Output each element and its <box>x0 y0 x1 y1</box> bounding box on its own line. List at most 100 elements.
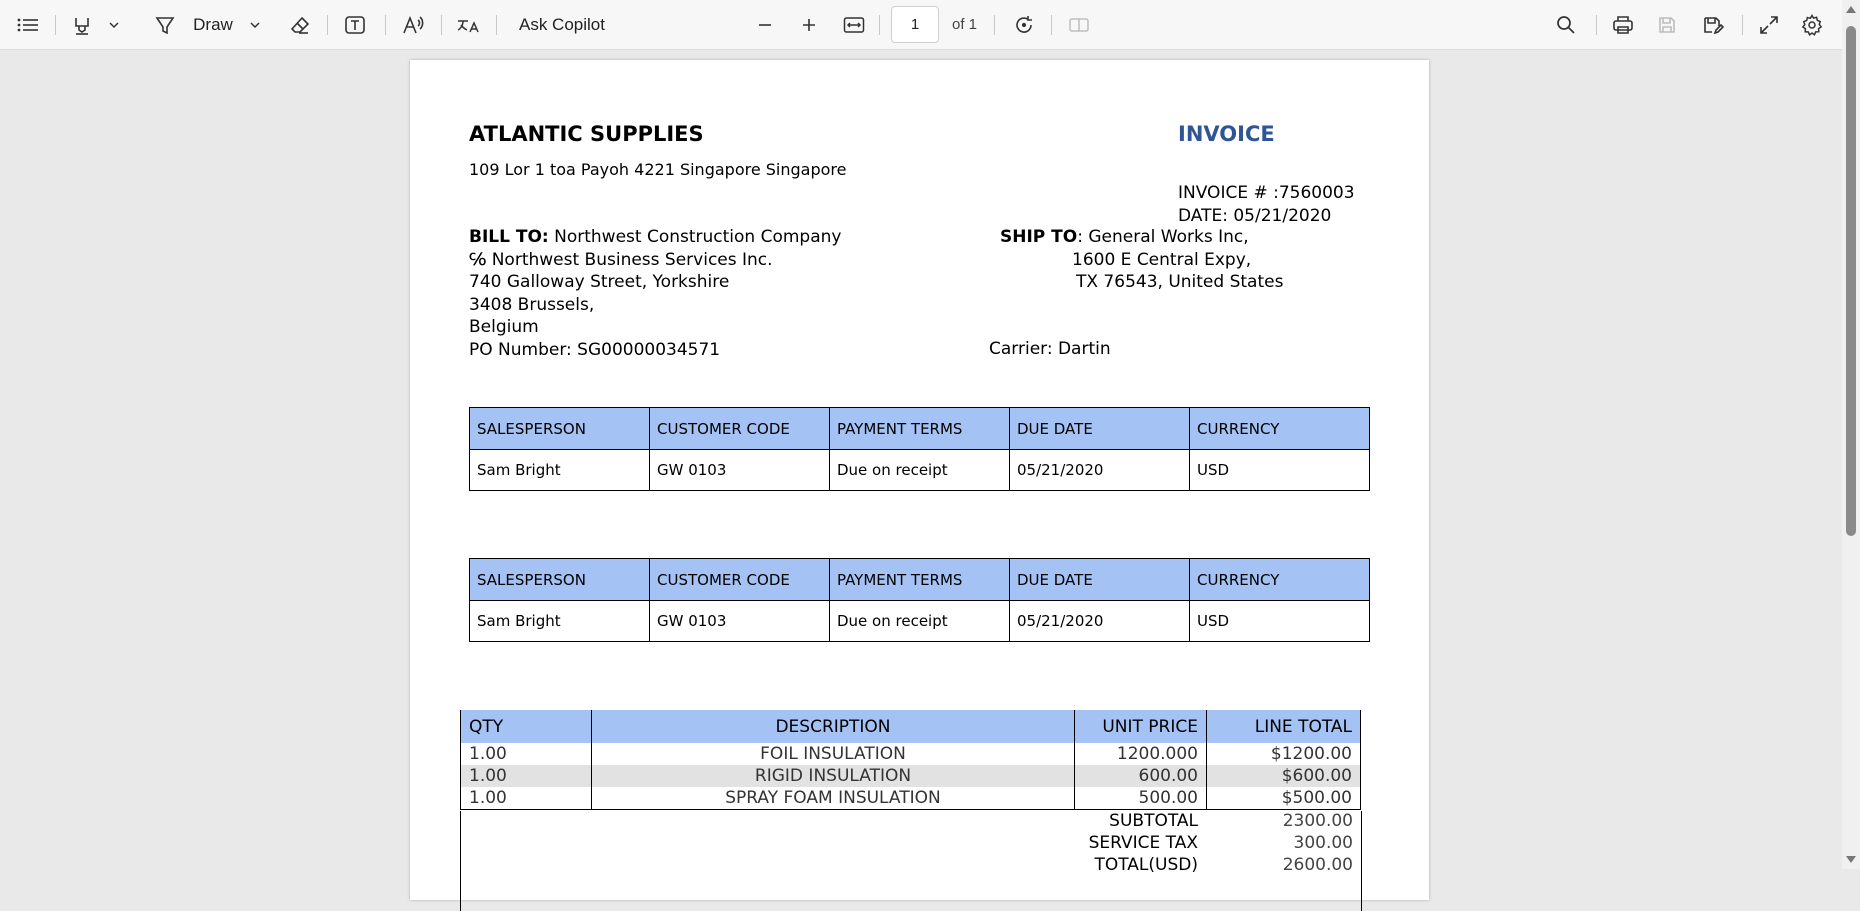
draw-pen-icon[interactable] <box>152 0 178 50</box>
table-header: SALESPERSON <box>469 407 650 450</box>
rotate-icon[interactable] <box>1011 0 1037 50</box>
line-total-cell: $500.00 <box>1206 787 1361 810</box>
po-number: PO Number: SG00000034571 <box>469 339 721 360</box>
pdf-page: ATLANTIC SUPPLIES 109 Lor 1 toa Payoh 42… <box>410 60 1429 911</box>
pdf-toolbar: Draw Ask Copilot of 1 <box>0 0 1860 50</box>
company-address: 109 Lor 1 toa Payoh 4221 Singapore Singa… <box>469 160 847 179</box>
qty-cell: 1.00 <box>460 787 592 810</box>
invoice-number: INVOICE # :7560003 <box>1178 183 1355 203</box>
total-value: 2600.00 <box>1282 855 1353 875</box>
toolbar-divider <box>1596 15 1597 35</box>
highlight-icon[interactable] <box>68 0 96 50</box>
chevron-down-icon[interactable] <box>104 0 124 50</box>
toolbar-divider <box>55 15 56 35</box>
table-row: 1.00 FOIL INSULATION 1200.000 $1200.00 <box>460 743 1361 765</box>
company-name: ATLANTIC SUPPLIES <box>469 122 704 146</box>
two-page-view-icon[interactable] <box>1066 0 1092 50</box>
scroll-up-arrow-icon[interactable] <box>1846 6 1856 13</box>
bill-to-line: ℅ Northwest Business Services Inc. <box>469 249 773 270</box>
read-aloud-icon[interactable] <box>399 0 427 50</box>
toolbar-divider <box>879 15 880 35</box>
qty-cell: 1.00 <box>460 765 592 787</box>
unit-price-cell: 1200.000 <box>1074 743 1207 765</box>
zoom-in-icon[interactable] <box>799 0 819 50</box>
table-header: CURRENCY <box>1189 407 1370 450</box>
scroll-down-arrow-icon[interactable] <box>1846 856 1856 863</box>
payment-terms-cell: Due on receipt <box>829 449 1010 491</box>
currency-cell: USD <box>1189 600 1370 642</box>
table-header: CURRENCY <box>1189 558 1370 601</box>
bill-to-line: 3408 Brussels, <box>469 294 595 315</box>
search-icon[interactable] <box>1554 0 1578 50</box>
toolbar-divider <box>1742 15 1743 35</box>
description-cell: FOIL INSULATION <box>591 743 1075 765</box>
order-info-table-duplicate: SALESPERSON CUSTOMER CODE PAYMENT TERMS … <box>469 558 1370 642</box>
order-info-table: SALESPERSON CUSTOMER CODE PAYMENT TERMS … <box>469 407 1370 491</box>
table-header: SALESPERSON <box>469 558 650 601</box>
table-row: 1.00 RIGID INSULATION 600.00 $600.00 <box>460 765 1361 787</box>
zoom-out-icon[interactable] <box>755 0 775 50</box>
line-total-cell: $600.00 <box>1206 765 1361 787</box>
ask-copilot-button[interactable]: Ask Copilot <box>517 0 607 50</box>
save-icon[interactable] <box>1655 0 1679 50</box>
service-tax-label: SERVICE TAX <box>1088 833 1198 853</box>
salesperson-cell: Sam Bright <box>469 600 650 642</box>
text-box-icon[interactable] <box>341 0 369 50</box>
customer-code-cell: GW 0103 <box>649 600 830 642</box>
qty-header: QTY <box>460 710 592 743</box>
table-header: CUSTOMER CODE <box>649 407 830 450</box>
service-tax-value: 300.00 <box>1293 833 1353 853</box>
table-header: DUE DATE <box>1009 558 1190 601</box>
page-number-input[interactable] <box>891 6 939 43</box>
toolbar-divider <box>385 15 386 35</box>
qty-cell: 1.00 <box>460 743 592 765</box>
description-cell: SPRAY FOAM INSULATION <box>591 787 1075 810</box>
ship-to-line: TX 76543, United States <box>1076 272 1284 292</box>
bill-to-block: BILL TO: Northwest Construction Company … <box>469 226 841 361</box>
due-date-cell: 05/21/2020 <box>1009 449 1190 491</box>
line-items-table: QTY DESCRIPTION UNIT PRICE LINE TOTAL 1.… <box>460 710 1361 810</box>
page-count: of 1 <box>952 16 978 33</box>
translate-icon[interactable] <box>454 0 482 50</box>
totals-section: SUBTOTAL 2300.00 SERVICE TAX 300.00 TOTA… <box>460 811 1362 911</box>
bill-to-label: BILL TO: <box>469 227 549 247</box>
settings-gear-icon[interactable] <box>1799 0 1825 50</box>
toolbar-divider <box>496 15 497 35</box>
table-header: DUE DATE <box>1009 407 1190 450</box>
table-header: PAYMENT TERMS <box>829 407 1010 450</box>
contents-list-icon[interactable] <box>14 0 42 50</box>
table-row: Sam Bright GW 0103 Due on receipt 05/21/… <box>469 600 1370 642</box>
chevron-down-icon[interactable] <box>245 0 265 50</box>
toolbar-divider <box>441 15 442 35</box>
bill-to-line: Belgium <box>469 317 539 337</box>
ship-to-line: 1600 E Central Expy, <box>1072 249 1252 270</box>
toolbar-divider <box>994 15 995 35</box>
draw-button[interactable]: Draw <box>190 0 236 50</box>
salesperson-cell: Sam Bright <box>469 449 650 491</box>
unit-price-cell: 600.00 <box>1074 765 1207 787</box>
scrollbar-thumb[interactable] <box>1846 26 1856 536</box>
vertical-scrollbar[interactable] <box>1842 0 1860 869</box>
ship-to-heading: SHIP TO: General Works Inc, <box>1000 226 1249 249</box>
save-as-icon[interactable] <box>1700 0 1726 50</box>
invoice-date: DATE: 05/21/2020 <box>1178 206 1332 226</box>
subtotal-value: 2300.00 <box>1282 811 1353 831</box>
ship-to-label: SHIP TO <box>1000 227 1078 247</box>
fit-width-icon[interactable] <box>842 0 866 50</box>
table-row: Sam Bright GW 0103 Due on receipt 05/21/… <box>469 449 1370 491</box>
print-icon[interactable] <box>1610 0 1636 50</box>
subtotal-label: SUBTOTAL <box>1109 811 1198 831</box>
table-row: 1.00 SPRAY FOAM INSULATION 500.00 $500.0… <box>460 787 1361 810</box>
payment-terms-cell: Due on receipt <box>829 600 1010 642</box>
due-date-cell: 05/21/2020 <box>1009 600 1190 642</box>
eraser-icon[interactable] <box>286 0 314 50</box>
bill-to-name: Northwest Construction Company <box>548 227 842 247</box>
toolbar-divider <box>1051 15 1052 35</box>
ship-to-name: : General Works Inc, <box>1077 227 1249 247</box>
toolbar-divider <box>327 15 328 35</box>
fullscreen-icon[interactable] <box>1756 0 1782 50</box>
description-header: DESCRIPTION <box>591 710 1075 743</box>
bill-to-line: 740 Galloway Street, Yorkshire <box>469 272 730 292</box>
currency-cell: USD <box>1189 449 1370 491</box>
unit-price-cell: 500.00 <box>1074 787 1207 810</box>
